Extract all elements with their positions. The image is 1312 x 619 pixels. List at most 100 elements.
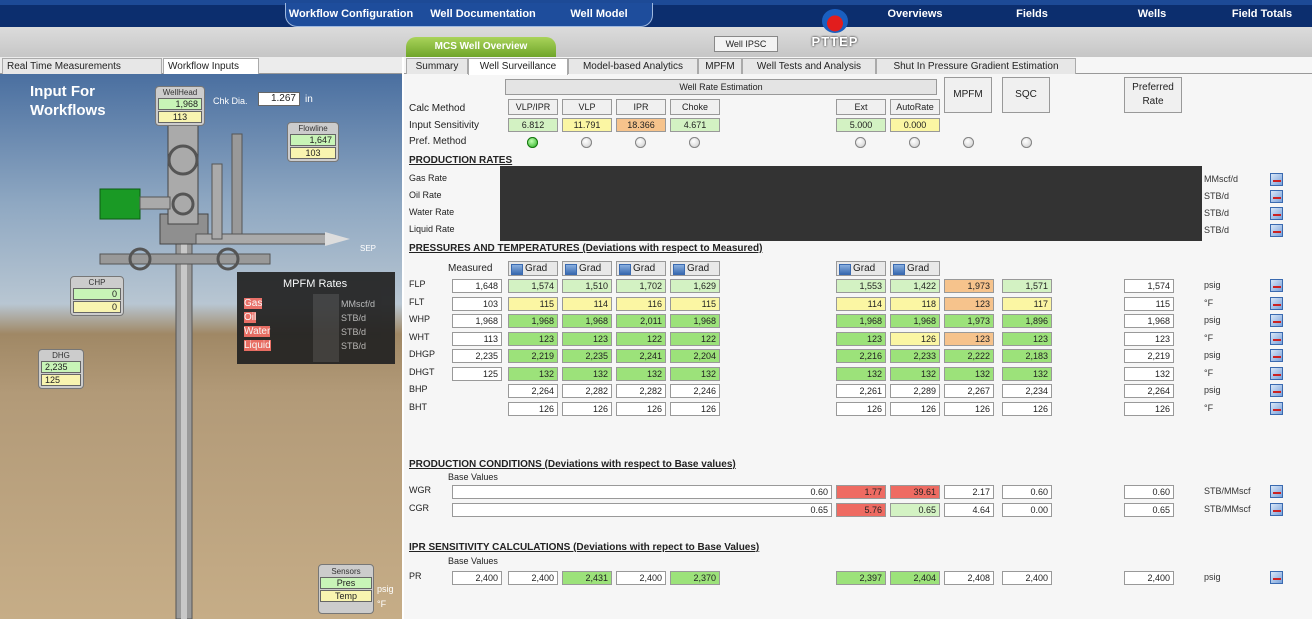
pressure-unit: °F <box>1204 402 1214 413</box>
nav-field-totals[interactable]: Field Totals <box>1216 4 1308 24</box>
pressure-row-label: DHGP <box>409 349 436 359</box>
pref-method-radio[interactable] <box>1021 137 1032 148</box>
grad-button[interactable]: Grad <box>508 261 558 276</box>
pref-method-radio[interactable] <box>689 137 700 148</box>
measured-value[interactable]: 1,968 <box>452 314 502 328</box>
chart-icon[interactable] <box>1270 296 1283 310</box>
chart-icon[interactable] <box>1270 349 1283 362</box>
input-sensitivity-0[interactable]: 6.812 <box>508 118 558 132</box>
chart-icon[interactable] <box>1270 173 1283 186</box>
input-sensitivity-1[interactable]: 11.791 <box>562 118 612 132</box>
pressures-title: PRESSURES AND TEMPERATURES (Deviations w… <box>409 243 763 254</box>
pressure-value: 122 <box>616 331 666 346</box>
grad-button[interactable]: Grad <box>616 261 666 276</box>
nav-workflow-configuration[interactable]: Workflow Configuration <box>287 4 415 24</box>
chart-icon[interactable] <box>1270 279 1283 292</box>
chart-icon[interactable] <box>1270 331 1283 345</box>
grad-button[interactable]: Grad <box>670 261 720 276</box>
pressure-value: 2,261 <box>836 384 886 398</box>
well-ipsc-button[interactable]: Well IPSC <box>714 36 778 52</box>
nav-fields[interactable]: Fields <box>1000 4 1064 24</box>
calc-method-vlp-ipr-button[interactable]: VLP/IPR <box>508 99 558 115</box>
tab-summary[interactable]: Summary <box>406 58 468 74</box>
chart-icon[interactable] <box>1270 401 1283 415</box>
chk-dia-input[interactable]: 1.267 <box>258 92 300 106</box>
condition-base-value[interactable]: 0.60 <box>452 485 832 499</box>
calc-method-choke-button[interactable]: Choke <box>670 99 720 115</box>
tab-well-tests-and-analysis[interactable]: Well Tests and Analysis <box>742 58 876 74</box>
chart-icon[interactable] <box>1270 366 1283 380</box>
wellhead-gauge[interactable]: WellHead 1,968 113 <box>155 86 205 126</box>
flowline-gauge[interactable]: Flowline 1,647 103 <box>287 122 339 162</box>
chart-icon[interactable] <box>1270 502 1283 516</box>
pressure-value: 2,235 <box>562 349 612 363</box>
condition-value: 39.61 <box>890 485 940 499</box>
chart-icon[interactable] <box>1270 314 1283 327</box>
mpfm-button[interactable]: MPFM <box>944 77 992 113</box>
condition-value: 2.17 <box>944 485 994 499</box>
tab-mcs-well-overview[interactable]: MCS Well Overview <box>406 37 556 57</box>
measured-value[interactable]: 113 <box>452 331 502 346</box>
measured-value[interactable]: 2,235 <box>452 349 502 363</box>
wellhead-pressure: 1,968 <box>158 98 202 110</box>
sqc-button[interactable]: SQC <box>1002 77 1050 113</box>
pressure-value: 132 <box>562 366 612 381</box>
calc-method-vlp-button[interactable]: VLP <box>562 99 612 115</box>
calc-method-autorate-button[interactable]: AutoRate <box>890 99 940 115</box>
grad-button[interactable]: Grad <box>562 261 612 276</box>
pressure-value: 117 <box>1002 296 1052 311</box>
pttep-logo-icon <box>822 9 848 33</box>
calc-method-ext-button[interactable]: Ext <box>836 99 886 115</box>
pref-method-radio[interactable] <box>527 137 538 148</box>
preferred-value: 2,219 <box>1124 349 1174 363</box>
measured-value[interactable]: 1,648 <box>452 279 502 293</box>
pref-method-radio[interactable] <box>581 137 592 148</box>
tab-shut-in-pressure-gradient-estimation[interactable]: Shut In Pressure Gradient Estimation <box>876 58 1076 74</box>
measured-value[interactable]: 103 <box>452 296 502 311</box>
pref-method-radio[interactable] <box>855 137 866 148</box>
well-rate-estimation-header[interactable]: Well Rate Estimation <box>505 79 937 95</box>
tab-well-surveillance[interactable]: Well Surveillance <box>468 58 568 75</box>
tab-model-based-analytics[interactable]: Model-based Analytics <box>568 58 698 74</box>
tab-mpfm[interactable]: MPFM <box>698 58 742 74</box>
nav-well-model[interactable]: Well Model <box>556 4 642 24</box>
pref-method-radio[interactable] <box>909 137 920 148</box>
grad-button[interactable]: Grad <box>836 261 886 276</box>
measured-value[interactable]: 125 <box>452 366 502 381</box>
pressure-value: 2,233 <box>890 349 940 363</box>
flowline-temperature: 103 <box>290 147 336 159</box>
pressure-value: 1,896 <box>1002 314 1052 328</box>
pref-method-radio[interactable] <box>635 137 646 148</box>
chart-icon[interactable] <box>1270 485 1283 498</box>
chart-icon[interactable] <box>1270 384 1283 397</box>
input-sensitivity-2[interactable]: 18.366 <box>616 118 666 132</box>
nav-well-documentation[interactable]: Well Documentation <box>416 4 550 24</box>
pressure-value: 114 <box>836 296 886 311</box>
chart-icon[interactable] <box>1270 224 1283 237</box>
input-sensitivity-5[interactable]: 0.000 <box>890 118 940 132</box>
chart-icon[interactable] <box>1270 190 1283 203</box>
calc-method-ipr-button[interactable]: IPR <box>616 99 666 115</box>
pref-method-radio[interactable] <box>963 137 974 148</box>
pressure-value: 126 <box>562 401 612 416</box>
nav-overviews[interactable]: Overviews <box>868 4 962 24</box>
ipr-base-value[interactable]: 2,400 <box>452 571 502 585</box>
tab-workflow-inputs[interactable]: Workflow Inputs <box>163 58 259 74</box>
pressure-value: 1,968 <box>670 314 720 328</box>
chk-dia-unit: in <box>305 94 313 105</box>
sensors-panel[interactable]: Sensors Pres Temp <box>318 564 374 614</box>
dhg-gauge[interactable]: DHG 2,235 125 <box>38 349 84 389</box>
chart-icon[interactable] <box>1270 207 1283 220</box>
chart-icon[interactable] <box>1270 571 1283 584</box>
preferred-rate-button[interactable]: Preferred Rate <box>1124 77 1182 113</box>
input-sensitivity-3[interactable]: 4.671 <box>670 118 720 132</box>
chp-gauge[interactable]: CHP 0 0 <box>70 276 124 316</box>
tab-real-time-measurements[interactable]: Real Time Measurements <box>2 58 162 74</box>
input-sensitivity-4[interactable]: 5.000 <box>836 118 886 132</box>
production-rate-unit: MMscf/d <box>1204 174 1239 184</box>
preferred-value: 2,264 <box>1124 384 1174 398</box>
condition-label: CGR <box>409 502 429 513</box>
grad-button[interactable]: Grad <box>890 261 940 276</box>
condition-base-value[interactable]: 0.65 <box>452 502 832 517</box>
nav-wells[interactable]: Wells <box>1120 4 1184 24</box>
